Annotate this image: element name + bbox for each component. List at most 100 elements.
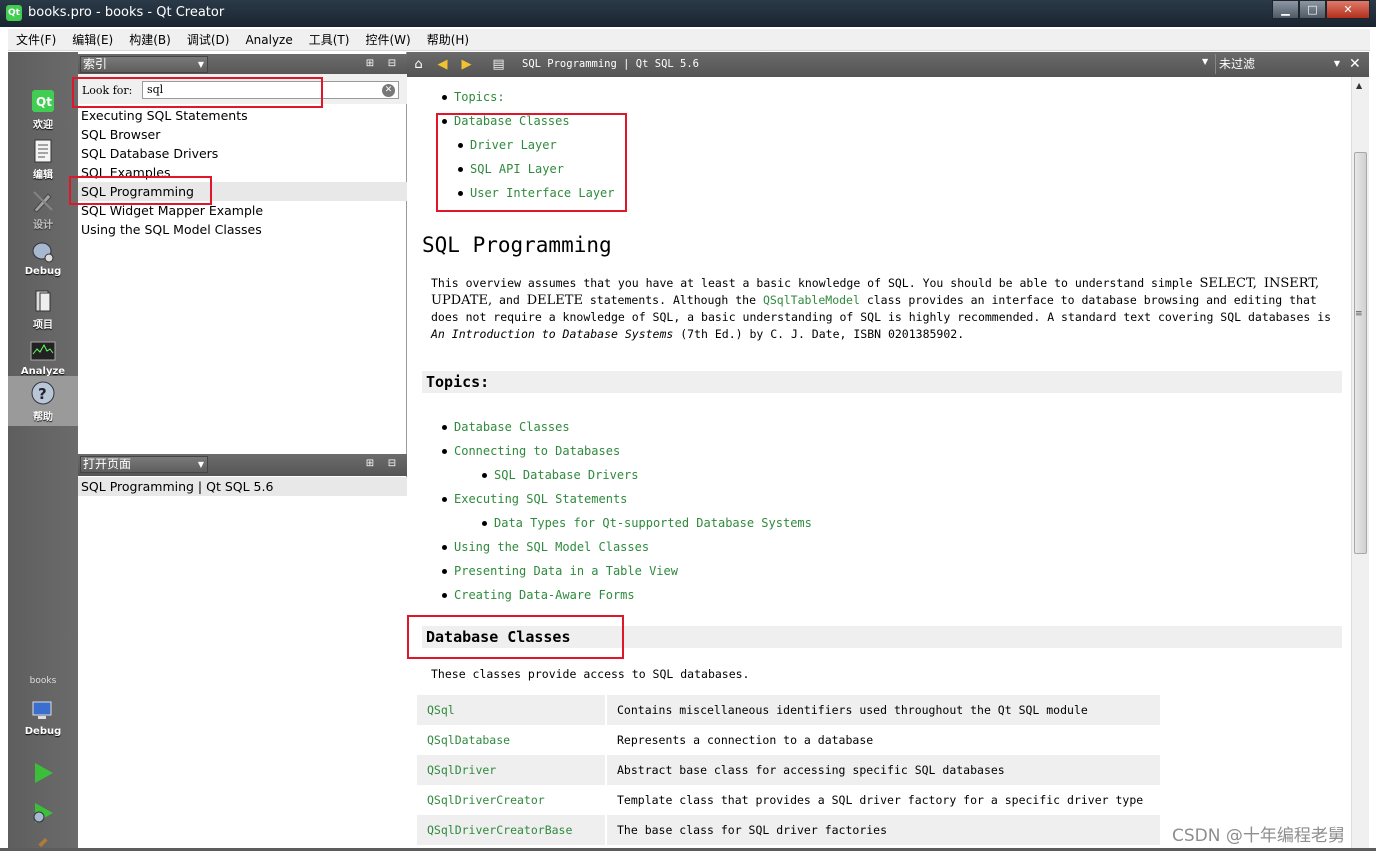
class-link[interactable]: QSqlTableModel <box>763 293 860 307</box>
menu-widgets[interactable]: 控件(W) <box>357 31 418 48</box>
help-question-icon: ? <box>31 381 55 405</box>
forward-arrow-icon[interactable]: ▶ <box>459 57 474 72</box>
index-item[interactable]: SQL Widget Mapper Example <box>78 201 407 220</box>
index-item[interactable]: SQL Database Drivers <box>78 144 407 163</box>
split-icon[interactable]: ⊞ <box>363 57 377 71</box>
home-icon[interactable]: ⌂ <box>411 57 426 72</box>
maximize-button[interactable]: □ <box>1299 0 1326 19</box>
back-arrow-icon[interactable]: ◀ <box>435 57 450 72</box>
mode-label: 帮助 <box>33 412 53 423</box>
kit-project-name: books <box>29 676 57 686</box>
look-for-label: Look for: <box>82 84 133 97</box>
class-name-link[interactable]: QSqlDriver <box>417 755 607 785</box>
grip-icon: ≡ <box>1355 309 1363 319</box>
topic-link[interactable]: Database Classes <box>454 114 570 128</box>
mode-debug[interactable]: Debug <box>8 234 78 284</box>
debug-play-icon <box>33 803 53 823</box>
mode-sidebar: Qt 欢迎 编辑 设计 Debug 项目 Analyze ? 帮助 books <box>8 52 78 851</box>
topic-link[interactable]: Driver Layer <box>470 138 557 152</box>
kit-selector[interactable]: Debug <box>8 694 78 744</box>
qt-app-icon: Qt <box>6 5 22 21</box>
close-pane-icon[interactable]: ⊟ <box>385 457 399 471</box>
menu-edit[interactable]: 编辑(E) <box>64 31 121 48</box>
close-button[interactable]: ✕ <box>1326 0 1370 19</box>
menu-tools[interactable]: 工具(T) <box>301 31 358 48</box>
close-pane-icon[interactable]: ⊟ <box>385 57 399 71</box>
class-description: Template class that provides a SQL drive… <box>617 793 1144 807</box>
analyze-monitor-icon <box>30 341 56 361</box>
menu-build[interactable]: 构建(B) <box>121 31 179 48</box>
watermark: CSDN @十年编程老舅 <box>1172 826 1345 846</box>
mode-edit[interactable]: 编辑 <box>8 134 78 184</box>
keyword: UPDATE, <box>431 293 493 308</box>
topic-link[interactable]: Presenting Data in a Table View <box>454 564 678 578</box>
topic-link[interactable]: Database Classes <box>454 420 570 434</box>
topic-link[interactable]: Creating Data-Aware Forms <box>454 588 635 602</box>
vertical-scrollbar[interactable]: ▲ ≡ <box>1351 77 1369 851</box>
clear-search-icon[interactable]: ✕ <box>382 84 395 97</box>
class-description: Abstract base class for accessing specif… <box>606 755 1160 785</box>
topic-link[interactable]: Executing SQL Statements <box>454 492 627 506</box>
run-play-icon <box>35 763 53 783</box>
mode-welcome[interactable]: Qt 欢迎 <box>8 84 78 134</box>
doc-toolbar: ⌂ ◀ ▶ ▤ SQL Programming | Qt SQL 5.6 ▼ 未… <box>407 52 1369 77</box>
qt-creator-window: Qt books.pro - books - Qt Creator ▁ □ ✕ … <box>0 0 1376 851</box>
table-row: QSqlDatabase Represents a connection to a… <box>417 725 1160 755</box>
topic-link[interactable]: Connecting to Databases <box>454 444 620 458</box>
mode-label: 欢迎 <box>33 120 53 131</box>
debug-run-button[interactable] <box>8 796 78 832</box>
index-item[interactable]: SQL Examples <box>78 163 407 182</box>
mode-design[interactable]: 设计 <box>8 184 78 234</box>
svg-text:Qt: Qt <box>36 95 52 109</box>
topic-link[interactable]: SQL Database Drivers <box>494 468 639 482</box>
window-title: books.pro - books - Qt Creator <box>28 5 225 20</box>
topic-link[interactable]: SQL API Layer <box>470 162 564 176</box>
list-item: Data Types for Qt-supported Database Sys… <box>482 516 812 530</box>
text: (7th Ed.) by C. J. Date, ISBN 0201385902… <box>673 327 965 341</box>
index-item[interactable]: SQL Programming <box>78 182 407 201</box>
index-item[interactable]: Executing SQL Statements <box>78 106 407 125</box>
menu-debug[interactable]: 调试(D) <box>179 31 238 48</box>
book-title: An Introduction to Database Systems <box>431 327 674 341</box>
open-page-item[interactable]: SQL Programming | Qt SQL 5.6 <box>78 477 407 496</box>
mode-projects[interactable]: 项目 <box>8 284 78 334</box>
index-item[interactable]: Using the SQL Model Classes <box>78 220 407 239</box>
menu-file[interactable]: 文件(F) <box>8 31 64 48</box>
chevron-down-icon: ▼ <box>197 460 204 469</box>
filter-combo[interactable]: 未过滤 ▼ <box>1215 54 1343 74</box>
index-item[interactable]: SQL Browser <box>78 125 407 144</box>
title-bar: Qt books.pro - books - Qt Creator ▁ □ ✕ <box>0 0 1376 27</box>
split-icon[interactable]: ⊞ <box>363 457 377 471</box>
open-pages-combo[interactable]: 打开页面 ▼ <box>80 456 208 473</box>
topic-link[interactable]: Using the SQL Model Classes <box>454 540 649 554</box>
list-item: Using the SQL Model Classes <box>442 540 649 554</box>
search-input[interactable]: sql <box>142 81 399 99</box>
project-wrench-icon <box>35 290 51 312</box>
qt-logo-icon: Qt <box>32 90 54 112</box>
computer-icon <box>32 701 52 719</box>
minimize-button[interactable]: ▁ <box>1272 0 1299 19</box>
class-name-link[interactable]: QSql <box>417 695 607 725</box>
chevron-down-icon[interactable]: ▼ <box>1202 57 1208 66</box>
scroll-up-icon[interactable]: ▲ <box>1356 81 1362 90</box>
filter-label: 未过滤 <box>1219 57 1256 71</box>
class-name-link[interactable]: QSqlDriverCreatorBase <box>417 815 607 845</box>
page-title: SQL Programming <box>422 233 612 257</box>
class-name-link[interactable]: QSqlDatabase <box>417 725 607 755</box>
help-side-panel: 索引 ▼ ⊞ ⊟ Look for: sql ✕ Executing SQL St… <box>78 52 407 851</box>
menu-help[interactable]: 帮助(H) <box>419 31 477 48</box>
scroll-thumb[interactable] <box>1354 152 1367 554</box>
svg-text:?: ? <box>38 385 47 403</box>
index-combo-label: 索引 <box>83 57 108 71</box>
mode-help[interactable]: ? 帮助 <box>8 376 78 426</box>
topic-link[interactable]: Topics: <box>454 90 505 104</box>
menu-analyze[interactable]: Analyze <box>237 33 300 47</box>
topic-link[interactable]: Data Types for Qt-supported Database Sys… <box>494 516 812 530</box>
class-name-link[interactable]: QSqlDriverCreator <box>417 785 607 815</box>
run-button[interactable] <box>8 756 78 792</box>
index-combo[interactable]: 索引 ▼ <box>80 56 208 73</box>
open-pages-header: 打开页面 ▼ ⊞ ⊟ <box>78 454 407 476</box>
topic-link[interactable]: User Interface Layer <box>470 186 615 200</box>
close-doc-icon[interactable]: ✕ <box>1349 56 1361 72</box>
bookmark-page-icon[interactable]: ▤ <box>491 57 506 72</box>
